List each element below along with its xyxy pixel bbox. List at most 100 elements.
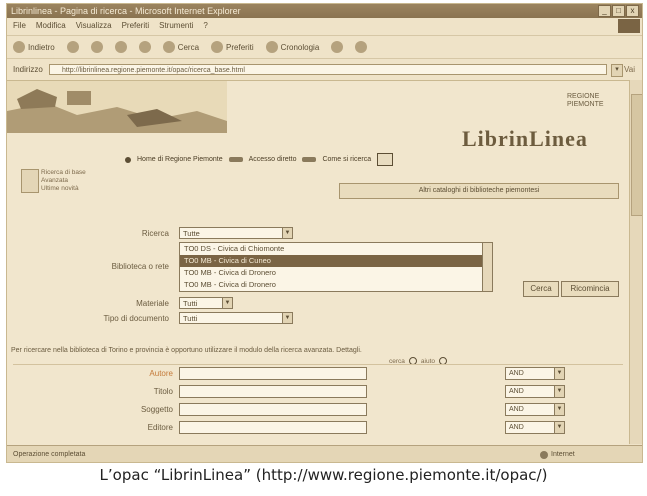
region-line-2: PIEMONTE [567, 101, 604, 108]
refresh-button[interactable] [114, 41, 127, 53]
search-type-value: Tutte [183, 229, 200, 238]
doctype-value: Tutti [183, 314, 198, 323]
home-icon [138, 41, 151, 53]
page-scrollbar[interactable] [629, 80, 642, 444]
librinlinea-logo: LibrinLinea [462, 126, 588, 151]
home-button[interactable] [138, 41, 151, 53]
menu-favorites[interactable]: Preferiti [122, 19, 150, 33]
operator-value: AND [509, 370, 524, 377]
back-label: Indietro [28, 42, 55, 52]
material-label: Materiale [136, 299, 169, 308]
menu-edit[interactable]: Modifica [36, 19, 66, 33]
search-hint: Per ricercare nella biblioteca di Torino… [11, 347, 362, 354]
library-option[interactable]: TO0 MB - Civica di Dronero [180, 267, 492, 279]
doctype-select[interactable]: Tutti ▼ [179, 312, 293, 324]
window-controls: _ □ x [598, 5, 639, 17]
favorites-button[interactable]: Preferiti [211, 41, 254, 53]
side-link-basic[interactable]: Ricerca di base [41, 169, 86, 177]
arrow-icon [228, 157, 243, 162]
subject-operator-select[interactable]: AND ▼ [505, 403, 565, 416]
bullet-icon [125, 156, 131, 163]
toolbar: Indietro Cerca Preferiti Cronologia [7, 35, 642, 59]
address-label: Indirizzo [13, 65, 43, 74]
search-button[interactable]: Cerca [162, 41, 200, 53]
nav-link-howto[interactable]: Come si ricerca [322, 156, 371, 163]
author-operator-select[interactable]: AND ▼ [505, 367, 565, 380]
favorites-label: Preferiti [226, 42, 254, 52]
search-fields: Autore AND ▼ Titolo AND ▼ Soggetto AND ▼… [13, 364, 623, 446]
back-arrow-icon [13, 41, 25, 53]
search-row-author: Autore AND ▼ [13, 365, 623, 382]
print-icon [355, 41, 368, 53]
subject-label: Soggetto [140, 405, 173, 414]
search-label: Cerca [177, 42, 200, 52]
nav-link-home[interactable]: Home di Regione Piemonte [137, 156, 223, 163]
side-link-advanced[interactable]: Avanzata [41, 177, 86, 185]
minimize-button[interactable]: _ [598, 5, 611, 17]
address-dropdown-button[interactable]: ▾ [611, 64, 623, 77]
chevron-down-icon: ▼ [554, 386, 564, 397]
menu-help[interactable]: ? [203, 19, 207, 33]
status-bar: Operazione completata Internet [7, 445, 642, 462]
reset-button[interactable]: Ricomincia [561, 281, 619, 297]
history-label: Cronologia [280, 42, 320, 52]
maximize-button[interactable]: □ [612, 5, 625, 17]
doctype-label: Tipo di documento [103, 314, 169, 323]
chevron-down-icon: ▼ [554, 368, 564, 379]
favorites-icon [211, 41, 224, 53]
author-label: Autore [149, 369, 173, 378]
operator-value: AND [509, 388, 524, 395]
mail-icon [331, 41, 344, 53]
address-input[interactable]: http://librinlinea.regione.piemonte.it/o… [49, 64, 607, 75]
nav-link-direct[interactable]: Accesso diretto [249, 156, 297, 163]
search-submit-button[interactable]: Cerca [523, 281, 559, 297]
stop-icon [90, 41, 103, 53]
history-button[interactable]: Cronologia [265, 41, 320, 53]
library-listbox[interactable]: TO0 DS - Civica di Chiomonte TO0 MB - Ci… [179, 242, 493, 292]
side-link-news[interactable]: Ultime novità [41, 185, 86, 193]
forward-button[interactable] [66, 41, 79, 53]
stop-button[interactable] [90, 41, 103, 53]
document-icon [21, 169, 39, 193]
search-row-subject: Soggetto AND ▼ [13, 401, 623, 418]
print-button[interactable] [355, 41, 368, 53]
library-option-selected[interactable]: TO0 MB - Civica di Cuneo [180, 255, 492, 267]
material-select[interactable]: Tutti ▼ [179, 297, 233, 309]
subject-input[interactable] [179, 403, 367, 416]
refresh-icon [114, 41, 127, 53]
publisher-operator-select[interactable]: AND ▼ [505, 421, 565, 434]
title-operator-select[interactable]: AND ▼ [505, 385, 565, 398]
go-button[interactable]: Vai [624, 62, 635, 78]
title-input[interactable] [179, 385, 367, 398]
mail-button[interactable] [331, 41, 344, 53]
material-value: Tutti [183, 299, 198, 308]
library-option[interactable]: TO0 DS - Civica di Chiomonte [180, 243, 492, 255]
history-icon [265, 41, 278, 53]
browser-window: Librinlinea - Pagina di ricerca - Micros… [6, 3, 643, 463]
library-option[interactable]: TO0 MB - Civica di Dronero [180, 279, 492, 291]
menu-view[interactable]: Visualizza [76, 19, 112, 33]
listbox-scrollbar[interactable] [482, 243, 492, 291]
other-catalogs-button[interactable]: Altri cataloghi di biblioteche piemontes… [339, 183, 619, 199]
scrollbar-thumb[interactable] [631, 94, 642, 216]
publisher-input[interactable] [179, 421, 367, 434]
back-button[interactable]: Indietro [13, 41, 55, 53]
chevron-down-icon: ▼ [554, 404, 564, 415]
address-row: Indirizzo http://librinlinea.regione.pie… [7, 62, 642, 78]
menu-file[interactable]: File [13, 19, 26, 33]
globe-icon [540, 450, 548, 459]
close-button[interactable]: x [626, 5, 639, 17]
nav-go-button[interactable] [377, 153, 394, 166]
menu-tools[interactable]: Strumenti [159, 19, 193, 33]
operator-value: AND [509, 406, 524, 413]
author-input[interactable] [179, 367, 367, 380]
page-content: REGIONE PIEMONTE LibrinLinea Home di Reg… [7, 80, 629, 445]
search-type-select[interactable]: Tutte ▼ [179, 227, 293, 239]
region-line-1: REGIONE [567, 93, 600, 100]
status-text: Operazione completata [13, 451, 86, 458]
windows-logo-icon [618, 19, 640, 33]
chevron-down-icon: ▼ [222, 298, 232, 308]
window-title: Librinlinea - Pagina di ricerca - Micros… [11, 6, 241, 16]
search-row-publisher: Editore AND ▼ [13, 419, 623, 436]
status-zone: Internet [540, 446, 575, 462]
